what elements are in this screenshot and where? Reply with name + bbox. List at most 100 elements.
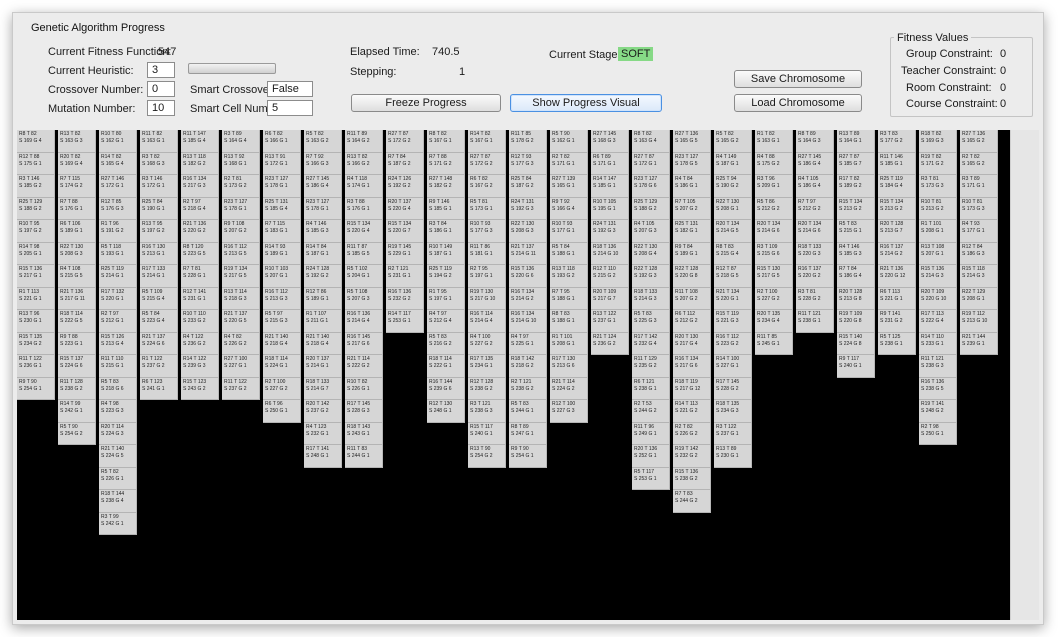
- timetable-cell[interactable]: R3 T 146 S 185 G 2: [17, 175, 55, 198]
- timetable-cell[interactable]: R3 T 89 S 171 G 1: [960, 175, 998, 198]
- timetable-cell[interactable]: R11 T 146 S 185 G 1: [878, 152, 916, 175]
- timetable-cell[interactable]: R10 T 95 S 197 G 2: [17, 220, 55, 243]
- timetable-cell[interactable]: R13 T 118 S 193 G 2: [550, 265, 588, 288]
- timetable-cell[interactable]: R12 T 100 S 227 G 3: [550, 400, 588, 423]
- timetable-cell[interactable]: R13 T 91 S 172 G 1: [263, 152, 301, 175]
- timetable-cell[interactable]: R9 T 117 S 240 G 1: [837, 355, 875, 378]
- timetable-cell[interactable]: R24 T 131 S 192 G 3: [591, 220, 629, 243]
- load-chromosome-button[interactable]: Load Chromosome: [734, 94, 862, 112]
- timetable-cell[interactable]: R11 T 108 S 207 G 2: [673, 287, 711, 310]
- timetable-cell[interactable]: R4 T 88 S 175 G 2: [755, 152, 793, 175]
- timetable-cell[interactable]: R2 T 98 S 250 G 1: [919, 422, 957, 445]
- timetable-cell[interactable]: R5 T 118 S 193 G 1: [99, 242, 137, 265]
- timetable-cell[interactable]: R25 T 119 S 184 G 4: [878, 175, 916, 198]
- timetable-cell[interactable]: R18 T 119 S 217 G 12: [673, 377, 711, 400]
- timetable-cell[interactable]: R2 T 82 S 226 G 2: [673, 422, 711, 445]
- timetable-cell[interactable]: R11 T 83 S 244 G 1: [345, 445, 383, 468]
- timetable-cell[interactable]: R20 T 136 S 252 G 1: [632, 445, 670, 468]
- timetable-cell[interactable]: R16 T 134 S 214 G 2: [509, 287, 547, 310]
- timetable-cell[interactable]: R2 T 95 S 197 G 1: [468, 265, 506, 288]
- timetable-cell[interactable]: R25 T 131 S 182 G 1: [673, 220, 711, 243]
- timetable-cell[interactable]: R8 T 83 S 215 G 4: [714, 242, 752, 265]
- timetable-cell[interactable]: R15 T 136 S 217 G 1: [17, 265, 55, 288]
- timetable-cell[interactable]: R20 T 135 S 234 G 4: [755, 310, 793, 333]
- timetable-cell[interactable]: R16 T 145 S 217 G 6: [345, 332, 383, 355]
- timetable-cell[interactable]: R1 T 101 S 208 G 1: [919, 220, 957, 243]
- timetable-cell[interactable]: R14 T 99 S 242 G 1: [58, 400, 96, 423]
- timetable-cell[interactable]: R2 T 82 S 165 G 2: [960, 152, 998, 175]
- timetable-cell[interactable]: R11 T 87 S 185 G 5: [345, 242, 383, 265]
- timetable-cell[interactable]: R16 T 130 S 213 G 1: [140, 242, 178, 265]
- timetable-cell[interactable]: R1 T 122 S 237 G 2: [140, 355, 178, 378]
- timetable-cell[interactable]: R12 T 110 S 215 G 2: [591, 265, 629, 288]
- timetable-cell[interactable]: R27 T 145 S 168 G 3: [591, 130, 629, 153]
- timetable-cell[interactable]: R2 T 100 S 227 G 2: [755, 287, 793, 310]
- timetable-cell[interactable]: R15 T 117 S 240 G 1: [468, 422, 506, 445]
- timetable-cell[interactable]: R3 T 109 S 215 G 6: [755, 242, 793, 265]
- timetable-cell[interactable]: R5 T 109 S 215 G 4: [140, 287, 178, 310]
- timetable-cell[interactable]: R10 T 149 S 187 G 1: [427, 242, 465, 265]
- timetable-cell[interactable]: R15 T 137 S 224 G 6: [58, 355, 96, 378]
- timetable-cell[interactable]: R20 T 128 S 213 G 8: [837, 287, 875, 310]
- timetable-cell[interactable]: R15 T 134 S 213 G 2: [878, 197, 916, 220]
- timetable-cell[interactable]: R18 T 133 S 214 G 3: [632, 287, 670, 310]
- timetable-cell[interactable]: R12 T 93 S 177 G 3: [509, 152, 547, 175]
- timetable-cell[interactable]: R18 T 114 S 222 G 5: [58, 310, 96, 333]
- timetable-cell[interactable]: R17 T 141 S 248 G 1: [304, 445, 342, 468]
- timetable-cell[interactable]: R2 T 82 S 171 G 1: [550, 152, 588, 175]
- timetable-cell[interactable]: R7 T 97 S 212 G 2: [796, 197, 834, 220]
- timetable-cell[interactable]: R3 T 83 S 177 G 2: [878, 130, 916, 153]
- timetable-cell[interactable]: R17 T 113 S 222 G 4: [919, 310, 957, 333]
- timetable-cell[interactable]: R1 T 101 S 208 G 1: [550, 332, 588, 355]
- timetable-cell[interactable]: R8 T 83 S 188 G 1: [550, 310, 588, 333]
- timetable-cell[interactable]: R18 T 82 S 169 G 3: [919, 130, 957, 153]
- timetable-cell[interactable]: R15 T 126 S 213 G 4: [99, 332, 137, 355]
- timetable-cell[interactable]: R18 T 114 S 222 G 1: [427, 355, 465, 378]
- timetable-cell[interactable]: R5 T 83 S 244 G 1: [509, 400, 547, 423]
- mutation-field[interactable]: 10: [147, 100, 175, 116]
- timetable-cell[interactable]: R13 T 96 S 230 G 1: [17, 310, 55, 333]
- timetable-cell[interactable]: R14 T 100 S 227 G 1: [714, 355, 752, 378]
- timetable-cell[interactable]: R22 T 130 S 208 G 3: [509, 220, 547, 243]
- timetable-cell[interactable]: R4 T 97 S 212 G 4: [427, 310, 465, 333]
- timetable-cell[interactable]: R12 T 87 S 218 G 5: [714, 265, 752, 288]
- timetable-cell[interactable]: R14 T 110 S 233 G 1: [919, 332, 957, 355]
- timetable-cell[interactable]: R9 T 88 S 223 G 1: [58, 332, 96, 355]
- timetable-cell[interactable]: R6 T 82 S 166 G 1: [263, 130, 301, 153]
- timetable-cell[interactable]: R5 T 81 S 173 G 1: [468, 197, 506, 220]
- timetable-cell[interactable]: R24 T 128 S 192 G 2: [304, 265, 342, 288]
- timetable-cell[interactable]: R25 T 84 S 187 G 2: [509, 175, 547, 198]
- timetable-cell[interactable]: R15 T 123 S 243 G 2: [181, 377, 219, 400]
- timetable-cell[interactable]: R5 T 83 S 215 G 1: [837, 220, 875, 243]
- timetable-cell[interactable]: R21 T 114 S 224 G 2: [550, 377, 588, 400]
- timetable-cell[interactable]: R14 T 113 S 221 G 2: [673, 400, 711, 423]
- timetable-cell[interactable]: R25 T 129 S 188 G 2: [632, 197, 670, 220]
- timetable-cell[interactable]: R5 T 90 S 162 G 1: [550, 130, 588, 153]
- timetable-cell[interactable]: R5 T 108 S 207 G 3: [345, 287, 383, 310]
- timetable-cell[interactable]: R1 T 95 S 197 G 1: [427, 287, 465, 310]
- timetable-cell[interactable]: R4 T 93 S 177 G 1: [960, 220, 998, 243]
- timetable-cell[interactable]: R9 T 90 S 254 G 1: [509, 445, 547, 468]
- timetable-cell[interactable]: R4 T 122 S 236 G 2: [181, 332, 219, 355]
- timetable-cell[interactable]: R18 T 114 S 224 G 1: [263, 355, 301, 378]
- timetable-cell[interactable]: R13 T 114 S 218 G 3: [222, 287, 260, 310]
- timetable-cell[interactable]: R15 T 136 S 220 G 6: [509, 265, 547, 288]
- timetable-cell[interactable]: R16 T 112 S 223 G 2: [714, 332, 752, 355]
- timetable-cell[interactable]: R7 T 84 S 186 G 4: [837, 265, 875, 288]
- timetable-cell[interactable]: R16 T 137 S 220 G 2: [796, 265, 834, 288]
- timetable-cell[interactable]: R16 T 144 S 239 G 6: [427, 377, 465, 400]
- timetable-cell[interactable]: R22 T 130 S 208 G 3: [58, 242, 96, 265]
- timetable-cell[interactable]: R13 T 82 S 163 G 3: [58, 130, 96, 153]
- timetable-cell[interactable]: R2 T 81 S 173 G 2: [222, 175, 260, 198]
- timetable-cell[interactable]: R10 T 81 S 173 G 3: [960, 197, 998, 220]
- timetable-cell[interactable]: R17 T 133 S 214 G 1: [140, 265, 178, 288]
- timetable-cell[interactable]: R21 T 140 S 218 G 4: [263, 332, 301, 355]
- timetable-cell[interactable]: R10 T 105 S 195 G 1: [591, 197, 629, 220]
- timetable-cell[interactable]: R1 T 113 S 221 G 1: [17, 287, 55, 310]
- timetable-cell[interactable]: R23 T 127 S 178 G 5: [673, 152, 711, 175]
- save-chromosome-button[interactable]: Save Chromosome: [734, 70, 862, 88]
- timetable-cell[interactable]: R7 T 105 S 207 G 2: [673, 197, 711, 220]
- timetable-cell[interactable]: R21 T 144 S 239 G 1: [960, 332, 998, 355]
- timetable-cell[interactable]: R11 T 128 S 238 G 2: [58, 377, 96, 400]
- timetable-cell[interactable]: R6 T 82 S 167 G 2: [468, 175, 506, 198]
